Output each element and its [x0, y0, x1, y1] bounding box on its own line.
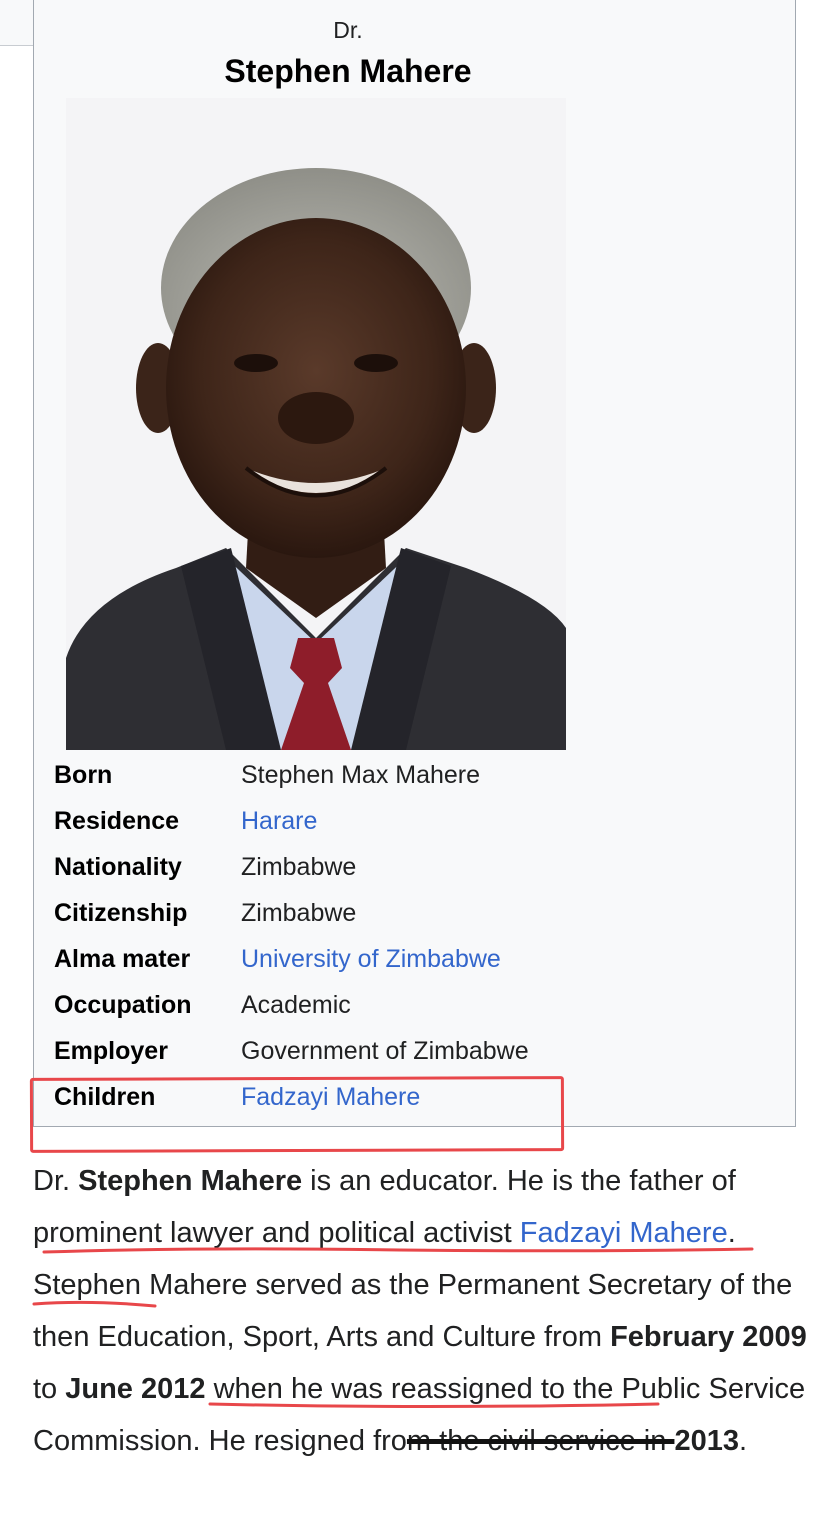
- article-text: .: [738, 1425, 748, 1457]
- alma-mater-link[interactable]: University of Zimbabwe: [241, 939, 501, 979]
- portrait-photo[interactable]: [66, 98, 566, 750]
- article-paragraph: Dr. Stephen Mahere is an educator. He is…: [33, 1155, 813, 1467]
- row-value: Zimbabwe: [241, 853, 357, 881]
- row-value: Stephen Max Mahere: [241, 761, 481, 789]
- article-bold-name: Stephen Mahere: [78, 1165, 303, 1197]
- redacted-text: m the civil service in: [406, 1425, 675, 1457]
- row-label: Born: [54, 761, 113, 789]
- article-body: Dr. Stephen Mahere is an educator. He is…: [33, 1155, 813, 1467]
- row-label: Alma mater: [54, 945, 191, 973]
- row-label: Occupation: [54, 991, 192, 1019]
- infobox-honorific: Dr.: [333, 17, 363, 43]
- row-value: Zimbabwe: [241, 899, 357, 927]
- article-bold-date: June 2012: [65, 1373, 206, 1405]
- annotation-box: [29, 1076, 565, 1153]
- row-label: Residence: [54, 807, 180, 835]
- infobox-name: Stephen Mahere: [224, 53, 472, 89]
- infobox: Dr. Stephen Mahere Born Stephen Max Mahe…: [33, 0, 796, 1127]
- article-text: to: [33, 1373, 66, 1405]
- fadzayi-mahere-link[interactable]: Fadzayi Mahere: [520, 1217, 728, 1249]
- row-label: Employer: [54, 1037, 168, 1065]
- article-bold-year: 2013: [674, 1425, 739, 1457]
- article-text: Dr.: [33, 1165, 79, 1197]
- row-label: Nationality: [54, 853, 182, 881]
- row-label: Citizenship: [54, 899, 188, 927]
- row-value: Government of Zimbabwe: [241, 1037, 529, 1065]
- residence-link[interactable]: Harare: [241, 801, 317, 841]
- article-bold-date: February 2009: [610, 1321, 807, 1353]
- row-value: Academic: [241, 991, 351, 1019]
